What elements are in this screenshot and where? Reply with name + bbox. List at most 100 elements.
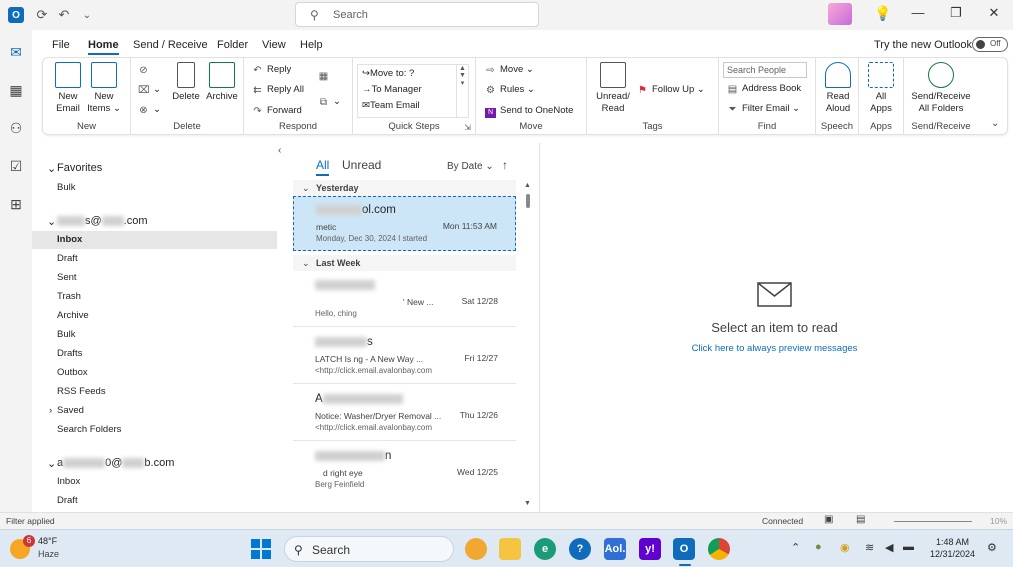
favorite-bulk[interactable]: Bulk bbox=[32, 179, 277, 197]
account-1-header[interactable]: ⌄ s@ .com bbox=[32, 213, 277, 231]
tab-send-receive[interactable]: Send / Receive bbox=[133, 39, 208, 51]
cleanup-button[interactable]: ⌧ ⌄ bbox=[138, 84, 161, 96]
folder-sent[interactable]: Sent bbox=[32, 269, 277, 287]
junk-button[interactable]: ⊗ ⌄ bbox=[138, 104, 161, 116]
outlook-taskbar-icon[interactable]: O bbox=[673, 538, 695, 560]
folder-trash[interactable]: Trash bbox=[32, 288, 277, 306]
new-items-button[interactable]: New Items ⌄ bbox=[87, 62, 121, 115]
folder-saved[interactable]: › Saved bbox=[32, 402, 277, 420]
mail-icon[interactable]: ✉ bbox=[6, 42, 26, 62]
folder-archive[interactable]: Archive bbox=[32, 307, 277, 325]
wifi-icon[interactable]: ≋ bbox=[865, 541, 874, 554]
folder-outbox[interactable]: Outbox bbox=[32, 364, 277, 382]
normal-view-icon[interactable]: ▣ bbox=[824, 514, 833, 525]
message-item[interactable]: Sat 12/28 ' New ... Hello, ching bbox=[293, 272, 516, 327]
message-item[interactable]: n Wed 12/25 d right eye Berg Feinfield bbox=[293, 443, 516, 498]
ribbon-collapse-icon[interactable]: ⌄ bbox=[991, 118, 999, 129]
delete-button[interactable]: Delete bbox=[171, 62, 201, 103]
folder-draft[interactable]: Draft bbox=[32, 250, 277, 268]
always-preview-link[interactable]: Click here to always preview messages bbox=[540, 343, 1009, 354]
favorites-header[interactable]: ⌄ Favorites bbox=[32, 160, 277, 178]
group-header-yesterday[interactable]: ⌄ Yesterday bbox=[293, 180, 516, 196]
chrome-icon[interactable] bbox=[708, 538, 730, 560]
aol-icon[interactable]: Aol. bbox=[604, 538, 626, 560]
all-apps-button[interactable]: All Apps bbox=[864, 62, 898, 115]
message-list-scrollbar[interactable]: ▲ ▼ bbox=[523, 182, 533, 510]
edge-icon[interactable]: e bbox=[534, 538, 556, 560]
ignore-button[interactable]: ⊘ bbox=[138, 64, 153, 76]
quick-step-move-to[interactable]: ↪Move to: ? bbox=[362, 68, 414, 79]
more-respond-button[interactable]: ⧉ ⌄ bbox=[318, 96, 341, 108]
filter-email-button[interactable]: ⏷ Filter Email ⌄ bbox=[727, 103, 801, 115]
try-new-outlook-toggle[interactable]: Off bbox=[972, 37, 1008, 52]
notifications-icon[interactable]: ⚙ bbox=[987, 541, 997, 554]
title-search-box[interactable]: ⚲ Search bbox=[295, 2, 539, 27]
restore-button[interactable]: ❐ bbox=[946, 5, 966, 25]
rules-button[interactable]: ⚙ Rules ⌄ bbox=[485, 84, 535, 96]
search-people-input[interactable]: Search People bbox=[723, 62, 807, 78]
group-header-last-week[interactable]: ⌄ Last Week bbox=[293, 255, 516, 271]
clock[interactable]: 1:48 AM 12/31/2024 bbox=[930, 536, 975, 560]
sort-direction-icon[interactable]: ↑ bbox=[502, 158, 508, 172]
folder-draft-2[interactable]: Draft bbox=[32, 492, 277, 510]
reply-button[interactable]: ↶ Reply bbox=[252, 64, 291, 76]
tray-app-icon[interactable]: ● bbox=[815, 541, 822, 553]
close-button[interactable]: ✕ bbox=[984, 5, 1004, 25]
minimize-button[interactable]: — bbox=[908, 5, 928, 25]
tab-folder[interactable]: Folder bbox=[217, 39, 248, 51]
zoom-slider[interactable] bbox=[894, 521, 972, 522]
folder-bulk[interactable]: Bulk bbox=[32, 326, 277, 344]
archive-button[interactable]: Archive bbox=[205, 62, 239, 103]
account-avatar[interactable] bbox=[828, 3, 852, 25]
follow-up-button[interactable]: ⚑ Follow Up ⌄ bbox=[637, 84, 705, 96]
show-hidden-icons-icon[interactable]: ⌃ bbox=[791, 541, 800, 554]
folder-search-folders[interactable]: Search Folders bbox=[32, 421, 277, 439]
folder-inbox[interactable]: Inbox bbox=[32, 231, 277, 249]
yahoo-icon[interactable]: y! bbox=[639, 538, 661, 560]
people-icon[interactable]: ⚇ bbox=[6, 118, 26, 138]
folder-drafts[interactable]: Drafts bbox=[32, 345, 277, 363]
unread-read-button[interactable]: Unread/ Read bbox=[593, 62, 633, 115]
sort-by-dropdown[interactable]: By Date ⌄ bbox=[447, 161, 494, 172]
help-icon[interactable]: ? bbox=[569, 538, 591, 560]
move-button[interactable]: ⇨ Move ⌄ bbox=[485, 64, 534, 76]
send-receive-all-button[interactable]: Send/Receive All Folders bbox=[909, 62, 973, 115]
meeting-button[interactable]: ▦ bbox=[318, 70, 333, 82]
address-book-button[interactable]: ▤ Address Book bbox=[727, 83, 801, 95]
quick-step-team-email[interactable]: ✉Team Email bbox=[362, 100, 420, 111]
tasks-icon[interactable]: ☑ bbox=[6, 156, 26, 176]
calendar-icon[interactable]: ▦ bbox=[6, 80, 26, 100]
tab-all[interactable]: All bbox=[316, 158, 330, 176]
quick-steps-scroller[interactable]: ▲ ▼ ▾ bbox=[456, 65, 468, 117]
collapse-folder-pane-icon[interactable]: ‹ bbox=[278, 145, 281, 156]
battery-icon[interactable]: ▬ bbox=[903, 541, 914, 553]
message-item[interactable]: ol.com Mon 11:53 AM metic Monday, Dec 30… bbox=[293, 196, 516, 251]
account-2-header[interactable]: ⌄ a 0@ b.com bbox=[32, 455, 277, 473]
start-icon[interactable] bbox=[250, 538, 272, 560]
undo-icon[interactable]: ↶ bbox=[56, 7, 72, 23]
quick-step-to-manager[interactable]: →To Manager bbox=[362, 84, 422, 95]
new-email-button[interactable]: New Email bbox=[53, 62, 83, 115]
customize-qat-icon[interactable]: ⌄ bbox=[79, 7, 95, 23]
message-item[interactable]: s Fri 12/27 LATCH Is ng - A New Way ... … bbox=[293, 329, 516, 384]
tab-unread[interactable]: Unread bbox=[342, 158, 381, 172]
forward-button[interactable]: ↷ Forward bbox=[252, 105, 302, 117]
file-explorer-icon[interactable] bbox=[499, 538, 521, 560]
sync-icon[interactable]: ⟳ bbox=[34, 7, 50, 23]
volume-icon[interactable]: ◀ bbox=[885, 541, 893, 554]
reply-all-button[interactable]: ⇇ Reply All bbox=[252, 84, 304, 96]
tab-view[interactable]: View bbox=[262, 39, 286, 51]
tab-help[interactable]: Help bbox=[300, 39, 323, 51]
send-to-onenote-button[interactable]: N Send to OneNote bbox=[485, 105, 573, 118]
apps-icon[interactable]: ⊞ bbox=[6, 194, 26, 214]
scroll-thumb[interactable] bbox=[526, 194, 530, 208]
widgets-icon[interactable] bbox=[465, 538, 487, 560]
message-item[interactable]: A Thu 12/26 Notice: Washer/Dryer Removal… bbox=[293, 386, 516, 441]
scroll-up-icon[interactable]: ▲ bbox=[524, 182, 531, 189]
norton-icon[interactable]: ◉ bbox=[840, 541, 850, 554]
taskbar-search[interactable]: ⚲ Search bbox=[284, 536, 454, 562]
folder-inbox-2[interactable]: Inbox bbox=[32, 473, 277, 491]
scroll-down-icon[interactable]: ▼ bbox=[524, 500, 531, 507]
read-aloud-button[interactable]: Read Aloud bbox=[821, 62, 855, 115]
zoom-level[interactable]: 10% bbox=[990, 516, 1007, 526]
